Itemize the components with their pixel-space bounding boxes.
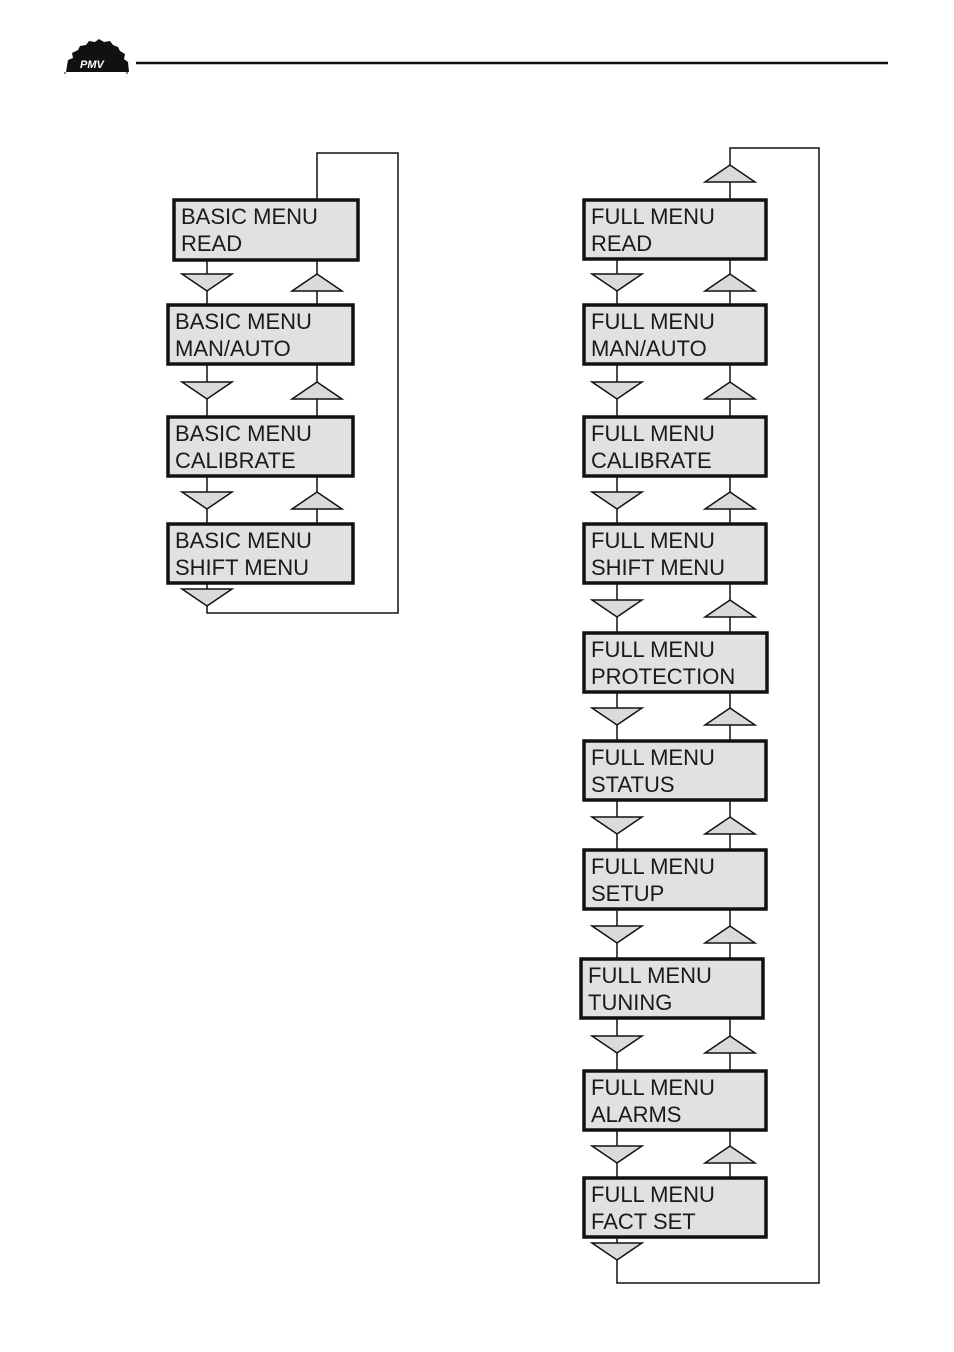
menu-box[interactable]: FULL MENUPROTECTION <box>582 631 769 694</box>
menu-box-subtitle: ALARMS <box>591 1102 681 1127</box>
up-arrow-icon <box>702 381 758 400</box>
down-arrow-icon <box>589 816 645 835</box>
up-arrow-icon <box>289 491 345 510</box>
menu-flow-diagram: PMV BASIC MENUREADBASIC MENUMAN/AUTOBASI… <box>64 39 888 1284</box>
menu-box[interactable]: BASIC MENUMAN/AUTO <box>166 303 355 366</box>
down-arrow-icon <box>589 707 645 726</box>
down-arrow-icon <box>589 381 645 400</box>
up-arrow-icon <box>702 164 758 183</box>
up-arrow-icon <box>702 491 758 510</box>
down-arrow-icon <box>589 925 645 944</box>
logo-text: PMV <box>80 59 106 71</box>
menu-box-subtitle: READ <box>591 231 652 256</box>
up-arrow-icon <box>702 707 758 726</box>
down-arrow-icon <box>179 381 235 400</box>
up-arrow-icon <box>702 925 758 944</box>
menu-box-title: FULL MENU <box>591 204 715 229</box>
pmv-logo: PMV <box>64 39 131 74</box>
up-arrow-icon <box>702 599 758 618</box>
menu-box-subtitle: MAN/AUTO <box>175 336 291 361</box>
menu-box-title: FULL MENU <box>591 309 715 334</box>
menu-box[interactable]: FULL MENU CALIBRATE <box>582 415 768 478</box>
menu-box[interactable]: BASIC MENUREAD <box>172 198 360 262</box>
menu-box-title: FULL MENU <box>591 1182 715 1207</box>
down-arrow-icon <box>589 599 645 618</box>
up-arrow-icon <box>289 381 345 400</box>
menu-box[interactable]: FULL MENUSHIFT MENU <box>582 522 768 585</box>
menu-box-title: FULL MENU <box>588 963 712 988</box>
menu-box[interactable]: FULL MENUMAN/AUTO <box>582 303 768 366</box>
menu-box[interactable]: FULL MENUFACT SET <box>582 1176 768 1239</box>
menu-box-subtitle: MAN/AUTO <box>591 336 707 361</box>
down-arrow-icon <box>589 1145 645 1164</box>
up-arrow-icon <box>702 816 758 835</box>
manual-page: PMV BASIC MENU READ BASIC MENU MAN/AUTO BASI… <box>0 0 954 1352</box>
menu-box-title: FULL MENU <box>591 421 715 446</box>
menu-box-subtitle: CALIBRATE <box>591 448 712 473</box>
down-arrow-icon <box>589 1242 645 1261</box>
menu-box-subtitle: STATUS <box>591 772 675 797</box>
menu-box-subtitle: SHIFT MENU <box>591 555 725 580</box>
menu-box-subtitle: SHIFT MENU <box>175 555 309 580</box>
menu-box-subtitle: READ <box>181 231 242 256</box>
menu-box-subtitle: TUNING <box>588 990 672 1015</box>
menu-box-title: FULL MENU <box>591 745 715 770</box>
down-arrow-icon <box>589 1035 645 1054</box>
down-arrow-icon <box>179 588 235 607</box>
menu-box-title: BASIC MENU <box>181 204 318 229</box>
down-arrow-icon <box>179 273 235 292</box>
menu-box-title: BASIC MENU <box>175 309 312 334</box>
up-arrow-icon <box>702 273 758 292</box>
menu-box[interactable]: FULL MENUTUNING <box>579 957 765 1020</box>
menu-box-title: FULL MENU <box>591 637 715 662</box>
menu-box[interactable]: BASIC MENU CALIBRATE <box>166 415 355 478</box>
menu-box[interactable]: FULL MENUSTATUS <box>582 739 768 802</box>
menu-box-subtitle: PROTECTION <box>591 664 735 689</box>
menu-box-title: BASIC MENU <box>175 528 312 553</box>
menu-box-title: BASIC MENU <box>175 421 312 446</box>
menu-box-subtitle: FACT SET <box>591 1209 696 1234</box>
menu-box-title: FULL MENU <box>591 854 715 879</box>
menu-box-subtitle: SETUP <box>591 881 664 906</box>
down-arrow-icon <box>589 273 645 292</box>
menu-box-subtitle: CALIBRATE <box>175 448 296 473</box>
menu-box[interactable]: FULL MENUSETUP <box>582 848 768 911</box>
menu-box-title: FULL MENU <box>591 1075 715 1100</box>
menu-box[interactable]: BASIC MENUSHIFT MENU <box>166 522 355 585</box>
up-arrow-icon <box>702 1145 758 1164</box>
up-arrow-icon <box>289 273 345 292</box>
menu-box-title: FULL MENU <box>591 528 715 553</box>
menu-box[interactable]: FULL MENUREAD <box>582 198 768 261</box>
down-arrow-icon <box>589 491 645 510</box>
menu-box[interactable]: FULL MENUALARMS <box>582 1069 768 1132</box>
up-arrow-icon <box>702 1035 758 1054</box>
down-arrow-icon <box>179 491 235 510</box>
